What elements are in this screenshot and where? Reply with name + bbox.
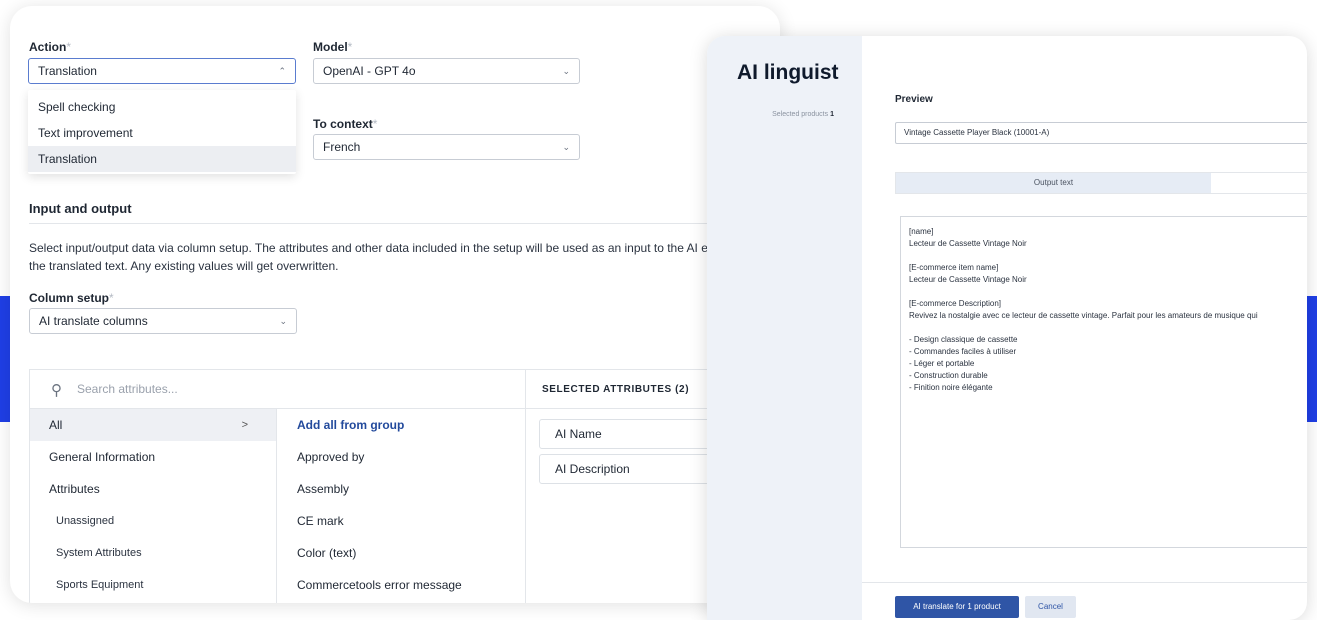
selected-products: Selected products 1: [772, 111, 834, 118]
column-setup-select-value: AI translate columns: [39, 314, 148, 328]
description-line-1: Select input/output data via column setu…: [29, 241, 765, 255]
to-context-label: To context*: [313, 117, 378, 131]
group-all[interactable]: All >: [30, 409, 276, 441]
group-general-information[interactable]: General Information: [30, 441, 276, 473]
option-text-improvement[interactable]: Text improvement: [28, 120, 296, 146]
attribute-item[interactable]: Commercetools error message: [277, 569, 525, 601]
preview-label: Preview: [895, 94, 933, 105]
attribute-picker: ⚲ Search attributes... SELECTED ATTRIBUT…: [29, 369, 780, 603]
model-label: Model*: [313, 40, 353, 54]
ai-translate-button[interactable]: AI translate for 1 product: [895, 596, 1019, 618]
group-attributes[interactable]: Attributes: [30, 473, 276, 505]
action-label: Action*: [29, 40, 72, 54]
action-select[interactable]: Translation ⌃: [28, 58, 296, 84]
section-description: Select input/output data via column setu…: [29, 239, 780, 275]
to-context-select-value: French: [323, 140, 361, 154]
chevron-down-icon: ⌄: [562, 142, 570, 152]
app-title: AI linguist: [737, 61, 839, 84]
footer-divider: [862, 582, 1307, 583]
attribute-item[interactable]: Assembly: [277, 473, 525, 505]
attribute-groups: All > General Information Attributes Unas…: [30, 409, 277, 603]
to-context-select[interactable]: French ⌄: [313, 134, 580, 160]
attribute-item[interactable]: Color (text): [277, 537, 525, 569]
chevron-right-icon: >: [241, 419, 248, 431]
section-title: Input and output: [29, 201, 132, 216]
attribute-search[interactable]: ⚲ Search attributes...: [30, 370, 525, 409]
divider: [29, 223, 780, 224]
group-system-attributes[interactable]: System Attributes: [30, 537, 276, 569]
column-setup-label: Column setup*: [29, 291, 114, 305]
description-line-2: the translated text. Any existing values…: [29, 259, 339, 273]
linguist-sidebar: AI linguist Selected products 1: [707, 36, 862, 620]
action-dropdown: Spell checking Text improvement Translat…: [28, 90, 296, 174]
search-icon: ⚲: [51, 382, 62, 399]
option-spell-checking[interactable]: Spell checking: [28, 94, 296, 120]
output-tabs: Output text: [895, 172, 1307, 194]
chevron-down-icon: ⌄: [279, 316, 287, 326]
action-settings-panel: Action* Translation ⌃ Spell checking Tex…: [10, 6, 780, 603]
ai-linguist-panel: AI linguist Selected products 1 Preview …: [707, 36, 1307, 620]
action-select-value: Translation: [38, 64, 97, 78]
model-select[interactable]: OpenAI - GPT 4o ⌄: [313, 58, 580, 84]
search-input[interactable]: Search attributes...: [77, 382, 178, 396]
attribute-item[interactable]: CE mark: [277, 505, 525, 537]
add-all-from-group-link[interactable]: Add all from group: [277, 409, 525, 441]
option-translation[interactable]: Translation: [28, 146, 296, 172]
preview-product-select[interactable]: Vintage Cassette Player Black (10001-A): [895, 122, 1307, 144]
chevron-down-icon: ⌄: [562, 66, 570, 76]
attribute-item[interactable]: Approved by: [277, 441, 525, 473]
model-select-value: OpenAI - GPT 4o: [323, 64, 416, 78]
group-unassigned[interactable]: Unassigned: [30, 505, 276, 537]
group-sports-equipment[interactable]: Sports Equipment: [30, 569, 276, 601]
attribute-items: Add all from group Approved by Assembly …: [277, 409, 525, 603]
output-text-area[interactable]: [name] Lecteur de Cassette Vintage Noir …: [900, 216, 1307, 548]
cancel-button[interactable]: Cancel: [1025, 596, 1076, 618]
column-setup-select[interactable]: AI translate columns ⌄: [29, 308, 297, 334]
tab-output-text[interactable]: Output text: [896, 173, 1211, 193]
chevron-up-icon: ⌃: [278, 66, 286, 76]
